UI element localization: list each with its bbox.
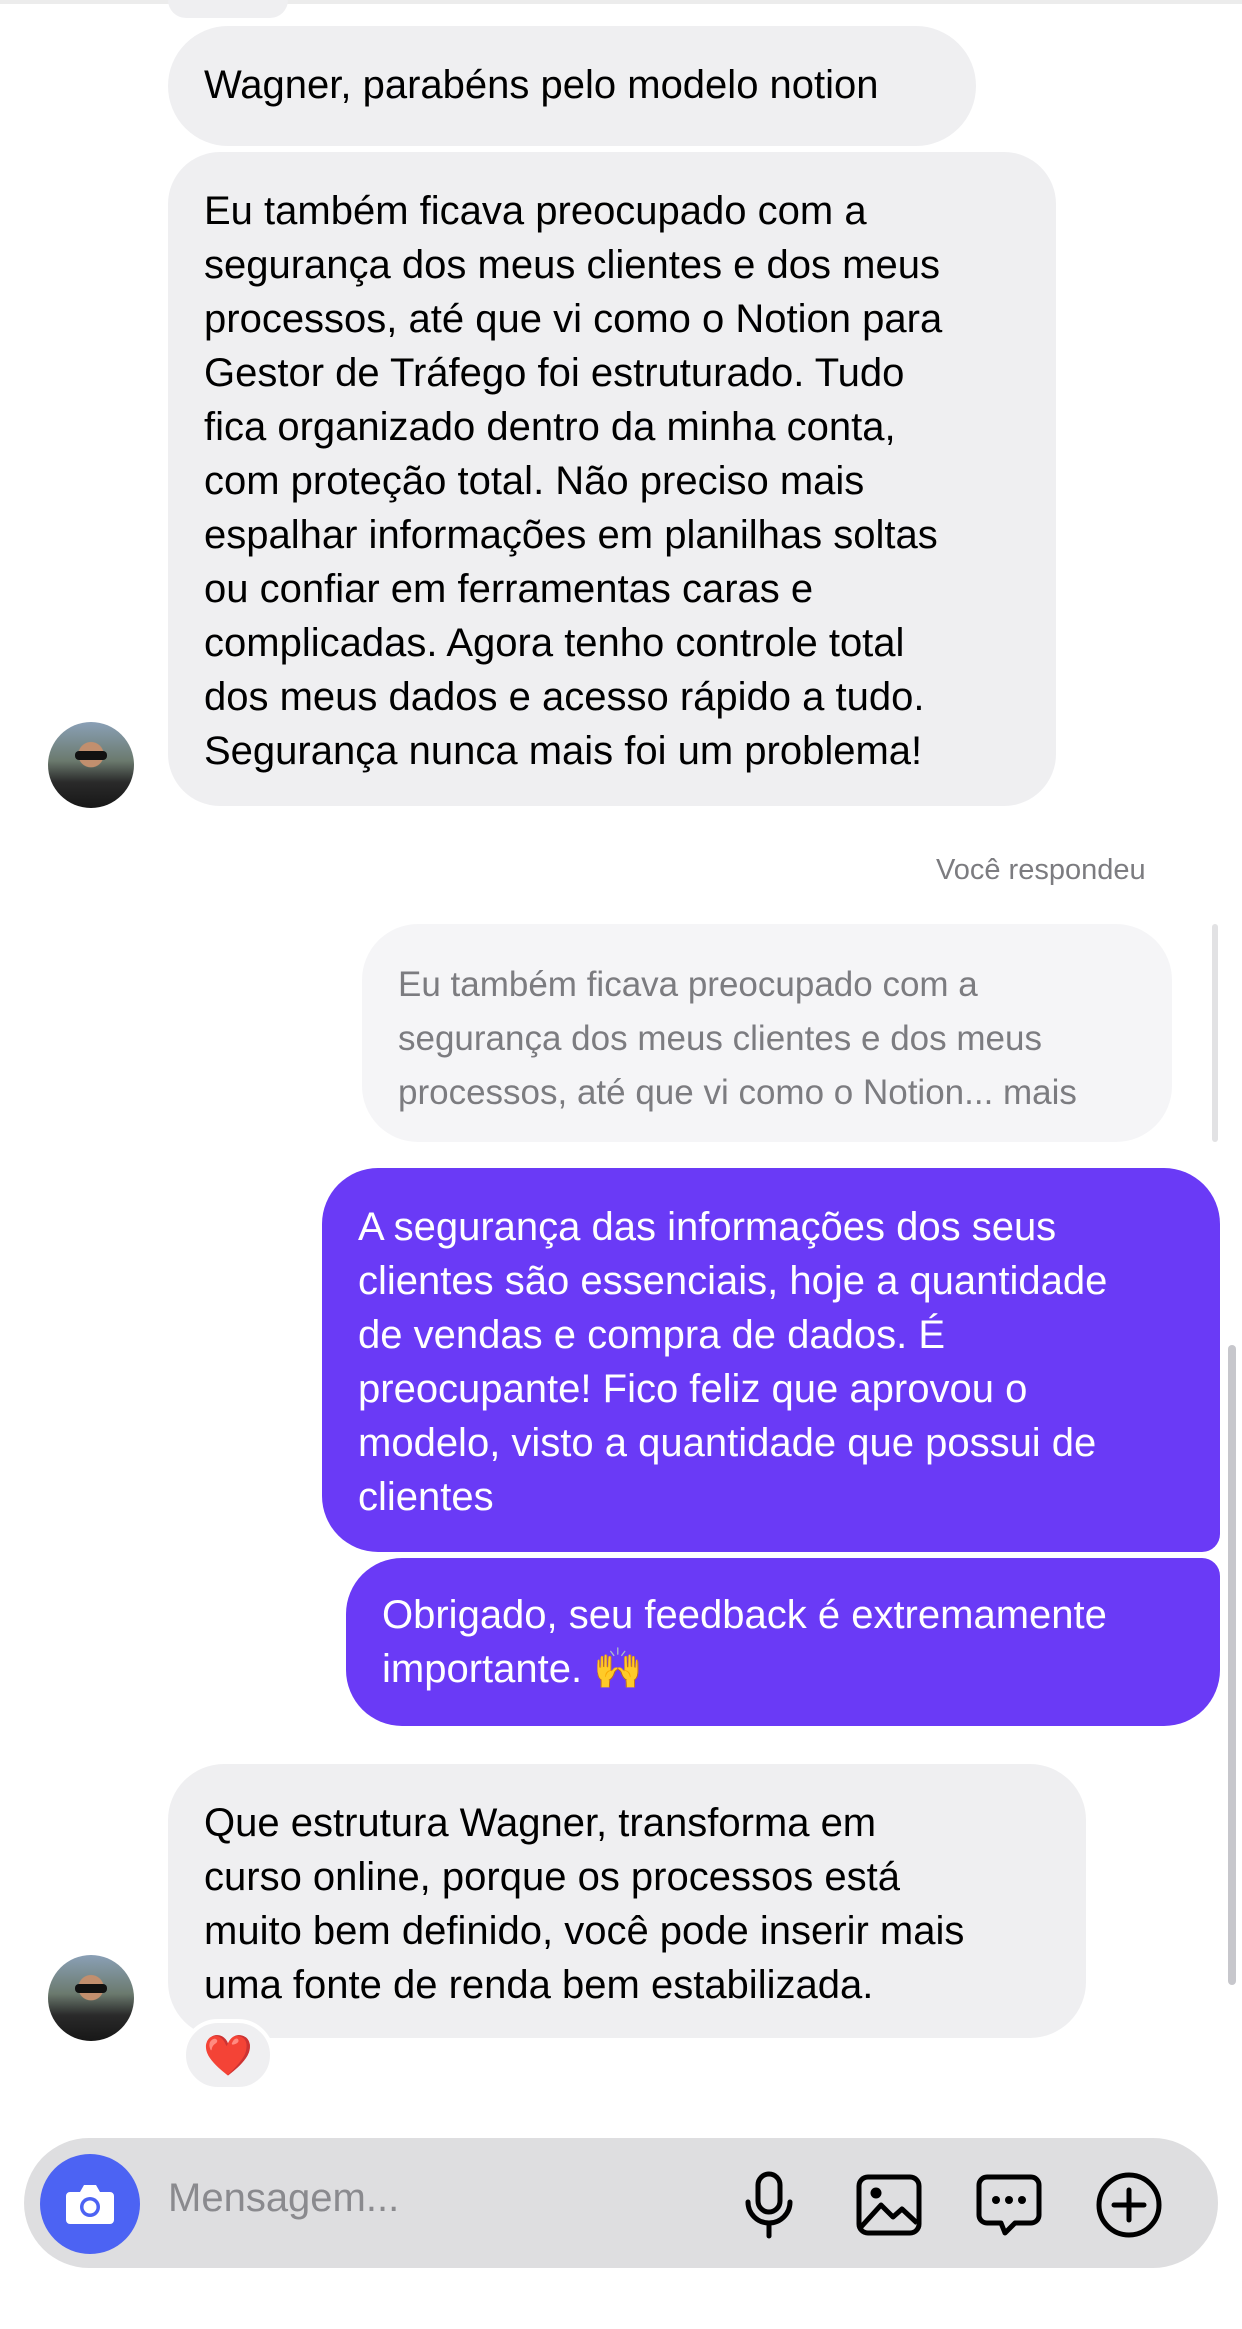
message-line: curso online, porque os processos está xyxy=(204,1855,900,1899)
message-line: muito bem definido, você pode inserir ma… xyxy=(204,1909,965,1953)
microphone-button[interactable] xyxy=(730,2166,808,2244)
plus-icon xyxy=(1096,2172,1162,2238)
message-line: ou confiar em ferramentas caras e xyxy=(204,567,814,611)
gallery-button[interactable] xyxy=(850,2166,928,2244)
quoted-message[interactable]: Eu também ficava preocupado com a segura… xyxy=(362,924,1172,1142)
message-line: clientes xyxy=(358,1475,494,1519)
avatar[interactable] xyxy=(48,722,134,808)
message-line: modelo, visto a quantidade que possui de xyxy=(358,1421,1097,1465)
heart-icon: ❤️ xyxy=(203,2033,253,2078)
replied-label: Você respondeu xyxy=(936,854,1146,886)
message-line: fica organizado dentro da minha conta, xyxy=(204,405,896,449)
message-line: segurança dos meus clientes e dos meus xyxy=(204,243,940,287)
outgoing-message[interactable]: A segurança das informações dos seus cli… xyxy=(322,1168,1220,1552)
sticker-icon xyxy=(976,2174,1042,2236)
previous-message-bubble xyxy=(168,0,288,18)
quote-line: Eu também ficava preocupado com a xyxy=(398,965,978,1004)
reply-indicator-bar xyxy=(1212,924,1218,1142)
scrollbar[interactable] xyxy=(1228,1345,1236,1985)
camera-button[interactable] xyxy=(40,2154,140,2254)
message-line: uma fonte de renda bem estabilizada. xyxy=(204,1963,874,2007)
message-line: com proteção total. Não preciso mais xyxy=(204,459,865,503)
incoming-message[interactable]: Wagner, parabéns pelo modelo notion xyxy=(168,26,976,146)
quote-line: segurança dos meus clientes e dos meus xyxy=(398,1019,1042,1058)
message-line: Gestor de Tráfego foi estruturado. Tudo xyxy=(204,351,905,395)
message-line: Obrigado, seu feedback é extremamente xyxy=(382,1593,1107,1637)
message-line: Que estrutura Wagner, transforma em xyxy=(204,1801,877,1845)
sunglasses-icon xyxy=(75,1984,107,1993)
message-line: complicadas. Agora tenho controle total xyxy=(204,621,905,665)
message-line: dos meus dados e acesso rápido a tudo. xyxy=(204,675,925,719)
outgoing-message[interactable]: Obrigado, seu feedback é extremamente im… xyxy=(346,1558,1220,1726)
quote-line: processos, até que vi como o Notion... m… xyxy=(398,1073,1077,1112)
message-line: clientes são essenciais, hoje a quantida… xyxy=(358,1259,1108,1303)
incoming-message[interactable]: Que estrutura Wagner, transforma em curs… xyxy=(168,1764,1086,2038)
message-line: importante. 🙌 xyxy=(382,1647,644,1691)
heart-reaction[interactable]: ❤️ xyxy=(182,2019,274,2091)
message-line: Segurança nunca mais foi um problema! xyxy=(204,729,923,773)
message-line: A segurança das informações dos seus xyxy=(358,1205,1057,1249)
add-button[interactable] xyxy=(1090,2166,1168,2244)
camera-icon xyxy=(66,2185,114,2224)
image-icon xyxy=(856,2174,922,2236)
message-line: processos, até que vi como o Notion para xyxy=(204,297,943,341)
message-text: Wagner, parabéns pelo modelo notion xyxy=(204,63,879,107)
message-line: espalhar informações em planilhas soltas xyxy=(204,513,938,557)
sticker-button[interactable] xyxy=(970,2166,1048,2244)
incoming-message[interactable]: Eu também ficava preocupado com a segura… xyxy=(168,152,1056,806)
sunglasses-icon xyxy=(75,751,107,760)
message-line: Eu também ficava preocupado com a xyxy=(204,189,867,233)
message-line: preocupante! Fico feliz que aprovou o xyxy=(358,1367,1028,1411)
message-input[interactable]: Mensagem... xyxy=(168,2176,399,2221)
message-line: de vendas e compra de dados. É xyxy=(358,1313,946,1357)
avatar[interactable] xyxy=(48,1955,134,2041)
microphone-icon xyxy=(745,2171,793,2239)
